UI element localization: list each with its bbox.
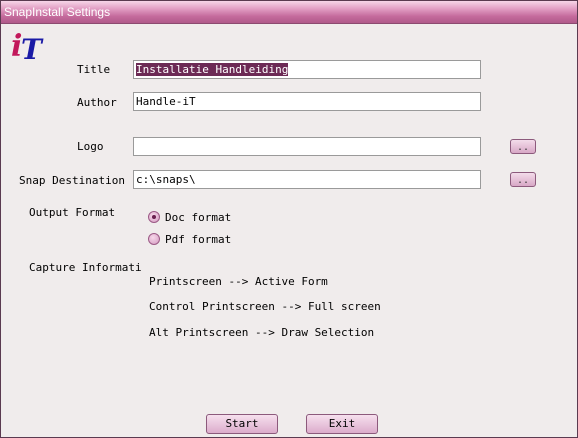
window-title: SnapInstall Settings (4, 5, 111, 19)
title-input-value: Installatie Handleiding (136, 63, 289, 76)
output-format-label: Output Format (29, 206, 116, 219)
destination-browse-button[interactable]: .. (510, 172, 536, 187)
title-input[interactable]: Installatie Handleiding (133, 60, 481, 79)
snap-destination-input[interactable]: c:\snaps\ (133, 170, 481, 189)
pdf-format-label[interactable]: Pdf format (165, 233, 231, 246)
title-label: Title (77, 63, 111, 76)
settings-window: SnapInstall Settings i T Title Installat… (0, 0, 578, 438)
logo-letter-t: T (21, 33, 42, 66)
logo-input[interactable] (133, 137, 481, 156)
capture-line-full-screen: Control Printscreen --> Full screen (149, 300, 381, 313)
author-label: Author (77, 96, 117, 109)
pdf-format-radio[interactable] (148, 233, 160, 245)
capture-info-label: Capture Informati (29, 261, 142, 274)
author-input[interactable]: Handle-iT (133, 92, 481, 111)
doc-format-radio[interactable] (148, 211, 160, 223)
exit-button[interactable]: Exit (306, 414, 378, 434)
logo-label: Logo (77, 140, 104, 153)
title-bar[interactable]: SnapInstall Settings (1, 1, 577, 24)
app-logo: i T (11, 29, 47, 67)
snap-destination-label: Snap Destination (19, 174, 125, 187)
capture-line-active-form: Printscreen --> Active Form (149, 275, 328, 288)
capture-line-draw-selection: Alt Printscreen --> Draw Selection (149, 326, 375, 339)
start-button[interactable]: Start (206, 414, 278, 434)
doc-format-label[interactable]: Doc format (165, 211, 231, 224)
logo-browse-button[interactable]: .. (510, 139, 536, 154)
